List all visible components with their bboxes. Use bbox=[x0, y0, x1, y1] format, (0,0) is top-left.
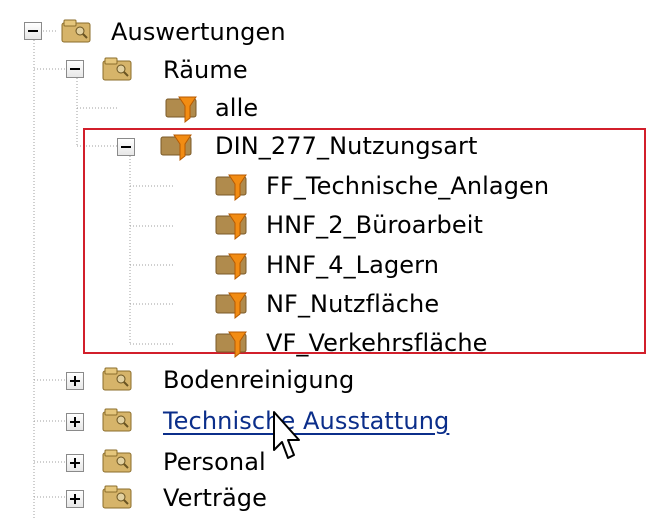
collapse-icon[interactable] bbox=[66, 60, 84, 78]
folder-icon bbox=[61, 19, 91, 43]
tree-node-nf-nutzflaeche[interactable]: NF_Nutzfläche bbox=[211, 284, 511, 324]
filter-folder-icon bbox=[215, 292, 247, 320]
filter-folder-icon bbox=[215, 331, 247, 359]
tree-node-alle[interactable]: alle bbox=[161, 88, 341, 128]
tree-node-din-277-nutzungsart[interactable]: DIN_277_Nutzungsart bbox=[117, 126, 537, 166]
tree-node-label: Verträge bbox=[163, 484, 267, 512]
expand-icon[interactable] bbox=[66, 490, 84, 508]
tree-node-label: HNF_2_Büroarbeit bbox=[266, 211, 484, 239]
folder-icon bbox=[102, 367, 132, 391]
tree-node-label: alle bbox=[215, 94, 259, 122]
folder-icon bbox=[102, 408, 132, 432]
filter-folder-icon bbox=[165, 96, 197, 124]
collapse-icon[interactable] bbox=[117, 138, 135, 156]
mouse-cursor-icon bbox=[273, 411, 300, 459]
tree-node-bodenreinigung[interactable]: Bodenreinigung bbox=[66, 360, 386, 400]
collapse-icon[interactable] bbox=[24, 22, 42, 40]
expand-icon[interactable] bbox=[66, 372, 84, 390]
tree-node-raeume[interactable]: Räume bbox=[66, 50, 326, 90]
tree-node-label: VF_Verkehrsfläche bbox=[266, 329, 488, 357]
tree-node-label: DIN_277_Nutzungsart bbox=[215, 132, 478, 160]
tree-node-label: HNF_4_Lagern bbox=[266, 251, 440, 279]
tree-node-label: NF_Nutzfläche bbox=[266, 290, 440, 318]
tree-node-label: Personal bbox=[163, 448, 266, 476]
tree-node-label: Räume bbox=[163, 56, 248, 84]
tree-view: Auswertungen Räume alle DIN_277_Nutzungs… bbox=[0, 0, 649, 520]
tree-node-auswertungen[interactable]: Auswertungen bbox=[24, 12, 324, 52]
tree-node-vf-verkehrsflaeche[interactable]: VF_Verkehrsfläche bbox=[211, 323, 541, 363]
folder-icon bbox=[102, 485, 132, 509]
expand-icon[interactable] bbox=[66, 413, 84, 431]
tree-node-label: Auswertungen bbox=[111, 18, 286, 46]
tree-node-vertraege[interactable]: Verträge bbox=[66, 478, 326, 518]
tree-node-label: FF_Technische_Anlagen bbox=[266, 172, 550, 200]
expand-icon[interactable] bbox=[66, 454, 84, 472]
folder-icon bbox=[102, 57, 132, 81]
filter-folder-icon bbox=[160, 134, 192, 162]
filter-folder-icon bbox=[215, 213, 247, 241]
filter-folder-icon bbox=[215, 253, 247, 281]
tree-node-hnf-4-lagern[interactable]: HNF_4_Lagern bbox=[211, 245, 511, 285]
tree-node-ff-technische-anlagen[interactable]: FF_Technische_Anlagen bbox=[211, 166, 631, 206]
filter-folder-icon bbox=[215, 174, 247, 202]
tree-node-hnf-2-bueroarbeit[interactable]: HNF_2_Büroarbeit bbox=[211, 205, 531, 245]
folder-icon bbox=[102, 449, 132, 473]
tree-node-label: Technische Ausstattung bbox=[163, 407, 450, 435]
tree-node-label: Bodenreinigung bbox=[163, 366, 355, 394]
